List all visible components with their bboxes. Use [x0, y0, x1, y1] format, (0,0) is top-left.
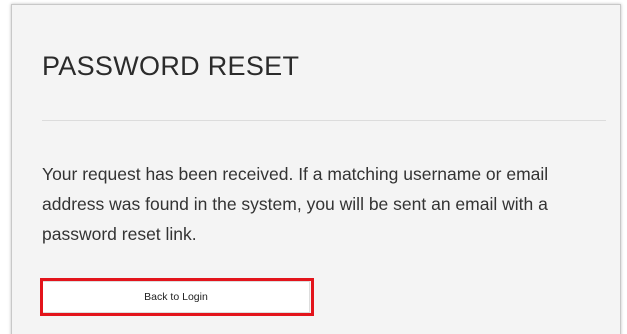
page-title: PASSWORD RESET: [42, 51, 300, 81]
back-to-login-button[interactable]: Back to Login: [42, 281, 310, 313]
password-reset-card: PASSWORD RESET Your request has been rec…: [11, 4, 621, 334]
title-divider: [42, 120, 606, 121]
confirmation-message: Your request has been received. If a mat…: [42, 164, 549, 244]
page: PASSWORD RESET Your request has been rec…: [0, 0, 627, 334]
